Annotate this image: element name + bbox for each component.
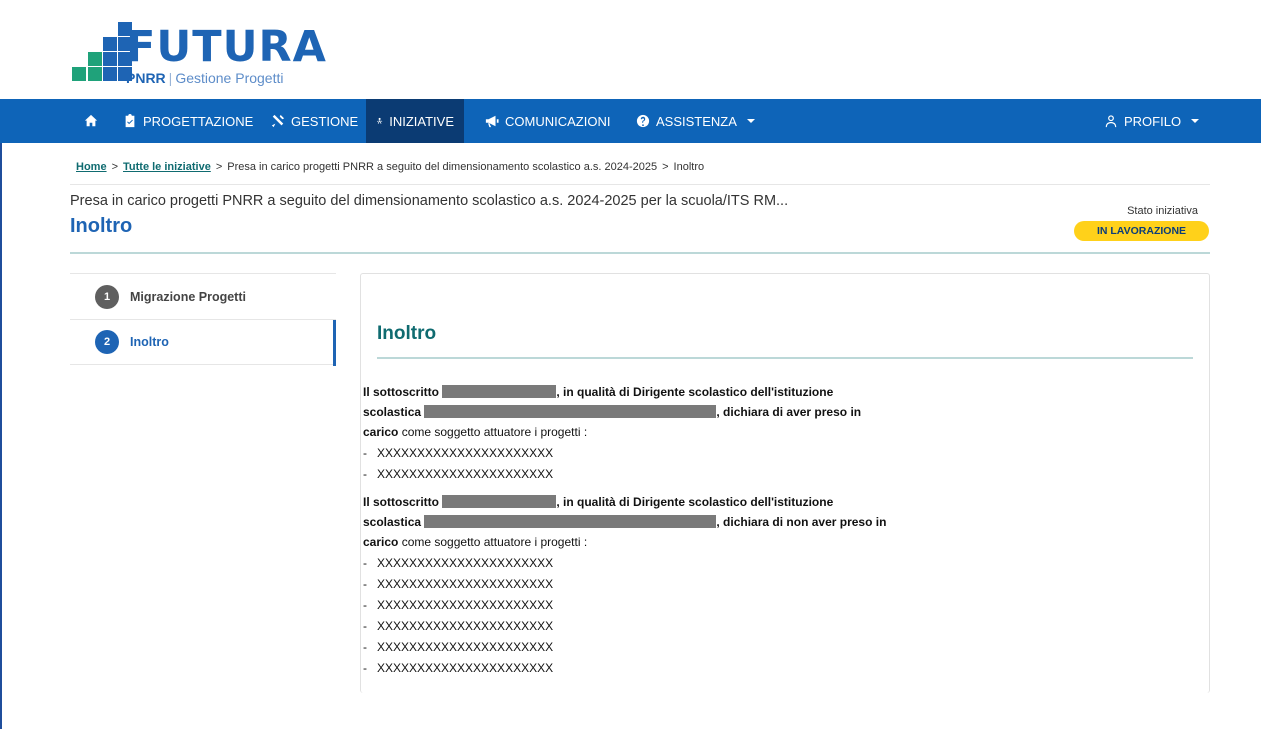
dash: - bbox=[363, 466, 367, 481]
nav-label-iniziative: INIZIATIVE bbox=[389, 113, 454, 129]
decl-prefix: Il sottoscritto bbox=[363, 385, 440, 399]
page-title: Inoltro bbox=[70, 215, 133, 237]
decl-role: , in qualità di Dirigente scolastico del… bbox=[556, 385, 834, 399]
decl-role: , in qualità di Dirigente scolastico del… bbox=[556, 495, 834, 509]
breadcrumb-separator: > bbox=[662, 161, 669, 173]
site-header: FUTURA PNRR | Gestione Progetti bbox=[0, 0, 1261, 99]
dash: - bbox=[363, 660, 367, 675]
megaphone-icon bbox=[485, 115, 499, 128]
step-migrazione-progetti[interactable]: 1 Migrazione Progetti bbox=[70, 273, 336, 319]
list-item: - XXXXXXXXXXXXXXXXXXXXXX bbox=[363, 594, 886, 615]
tools-icon bbox=[271, 114, 285, 128]
step-number: 2 bbox=[95, 330, 119, 354]
question-icon bbox=[636, 114, 650, 128]
nav-gestione[interactable]: GESTIONE bbox=[261, 99, 368, 143]
main-navbar: PROGETTAZIONE GESTIONE INIZIATIVE COMUNI… bbox=[0, 99, 1261, 143]
project-code: XXXXXXXXXXXXXXXXXXXXXX bbox=[377, 445, 554, 460]
list-item: - XXXXXXXXXXXXXXXXXXXXXX bbox=[363, 573, 886, 594]
user-icon bbox=[1105, 115, 1117, 128]
chevron-down-icon bbox=[746, 119, 755, 123]
status-badge: IN LAVORAZIONE bbox=[1074, 221, 1209, 241]
dash: - bbox=[363, 555, 367, 570]
breadcrumb-initiatives-link[interactable]: Tutte le iniziative bbox=[123, 161, 211, 173]
dash: - bbox=[363, 618, 367, 633]
breadcrumb-home-link[interactable]: Home bbox=[76, 161, 107, 173]
breadcrumb: Home > Tutte le iniziative > Presa in carico… bbox=[76, 161, 704, 173]
project-code: XXXXXXXXXXXXXXXXXXXXXX bbox=[377, 639, 554, 654]
decl-prefix: Il sottoscritto bbox=[363, 495, 440, 509]
nav-label-profilo: PROFILO bbox=[1124, 113, 1182, 129]
redacted-school bbox=[424, 405, 717, 418]
dash: - bbox=[363, 639, 367, 654]
dash: - bbox=[363, 445, 367, 460]
people-icon bbox=[376, 117, 383, 124]
decl-carico-rest: come soggetto attuatore i progetti : bbox=[401, 535, 588, 549]
dash: - bbox=[363, 597, 367, 612]
nav-comunicazioni[interactable]: COMUNICAZIONI bbox=[475, 99, 620, 143]
logo-wordmark: FUTURA bbox=[126, 22, 327, 72]
project-code: XXXXXXXXXXXXXXXXXXXXXX bbox=[377, 466, 554, 481]
status-label: Stato iniziativa bbox=[1127, 205, 1198, 217]
breadcrumb-separator: > bbox=[215, 161, 223, 173]
step-label: Inoltro bbox=[130, 335, 169, 349]
list-item: - XXXXXXXXXXXXXXXXXXXXXX bbox=[363, 636, 886, 657]
futura-logo[interactable]: FUTURA PNRR | Gestione Progetti bbox=[72, 22, 326, 90]
logo-sub-text: Gestione Progetti bbox=[175, 70, 284, 86]
nav-iniziative[interactable]: INIZIATIVE bbox=[366, 99, 464, 143]
logo-blocks-icon bbox=[72, 22, 132, 84]
breadcrumb-separator: > bbox=[111, 161, 118, 173]
decl-carico: carico bbox=[363, 425, 399, 439]
decl-school-prefix: scolastica bbox=[363, 515, 422, 529]
inoltro-card: Inoltro Il sottoscritto , in qualità di … bbox=[360, 273, 1210, 693]
card-title: Inoltro bbox=[377, 323, 437, 344]
logo-sub-pnrr: PNRR bbox=[126, 70, 166, 86]
chevron-down-icon bbox=[1191, 119, 1200, 123]
project-code: XXXXXXXXXXXXXXXXXXXXXX bbox=[377, 660, 554, 675]
list-item: - XXXXXXXXXXXXXXXXXXXXXX bbox=[363, 657, 886, 678]
logo-subtitle: PNRR | Gestione Progetti bbox=[126, 70, 284, 86]
nav-label-gestione: GESTIONE bbox=[291, 113, 359, 129]
redacted-school bbox=[424, 515, 717, 528]
list-item: - XXXXXXXXXXXXXXXXXXXXXX bbox=[363, 463, 861, 484]
project-code: XXXXXXXXXXXXXXXXXXXXXX bbox=[377, 576, 554, 591]
initiative-title: Presa in carico progetti PNRR a seguito … bbox=[70, 193, 789, 209]
nav-assistenza[interactable]: ASSISTENZA bbox=[626, 99, 765, 143]
nav-label-progettazione: PROGETTAZIONE bbox=[143, 113, 254, 129]
breadcrumb-initiative: Presa in carico progetti PNRR a seguito … bbox=[227, 161, 658, 173]
nav-label-comunicazioni: COMUNICAZIONI bbox=[505, 113, 611, 129]
step-label: Migrazione Progetti bbox=[130, 289, 246, 304]
list-item: - XXXXXXXXXXXXXXXXXXXXXX bbox=[363, 442, 861, 463]
declaration-taken: Il sottoscritto , in qualità di Dirigent… bbox=[363, 382, 861, 484]
nav-progettazione[interactable]: PROGETTAZIONE bbox=[113, 99, 263, 143]
list-item: - XXXXXXXXXXXXXXXXXXXXXX bbox=[363, 552, 886, 573]
divider bbox=[377, 357, 1193, 359]
decl-statement: , dichiara di aver preso in bbox=[716, 405, 862, 419]
step-inoltro[interactable]: 2 Inoltro bbox=[70, 319, 336, 366]
declaration-not-taken: Il sottoscritto , in qualità di Dirigent… bbox=[363, 492, 886, 678]
divider bbox=[70, 184, 1210, 185]
project-code: XXXXXXXXXXXXXXXXXXXXXX bbox=[377, 597, 554, 612]
dash: - bbox=[363, 576, 367, 591]
project-code: XXXXXXXXXXXXXXXXXXXXXX bbox=[377, 618, 554, 633]
nav-home[interactable] bbox=[74, 99, 108, 143]
decl-carico-rest: come soggetto attuatore i progetti : bbox=[401, 425, 588, 439]
decl-school-prefix: scolastica bbox=[363, 405, 422, 419]
nav-label-assistenza: ASSISTENZA bbox=[656, 113, 737, 129]
step-number: 1 bbox=[95, 284, 119, 309]
redacted-name bbox=[442, 495, 557, 508]
steps-menu: 1 Migrazione Progetti 2 Inoltro bbox=[70, 273, 336, 366]
nav-profilo[interactable]: PROFILO bbox=[1094, 99, 1209, 143]
clipboard-icon bbox=[125, 114, 135, 128]
list-item: - XXXXXXXXXXXXXXXXXXXXXX bbox=[363, 615, 886, 636]
divider bbox=[70, 252, 1210, 254]
decl-carico: carico bbox=[363, 535, 399, 549]
home-icon bbox=[84, 114, 98, 127]
decl-statement: , dichiara di non aver preso in bbox=[716, 515, 887, 529]
project-code: XXXXXXXXXXXXXXXXXXXXXX bbox=[377, 555, 554, 570]
redacted-name bbox=[442, 385, 557, 398]
breadcrumb-current: Inoltro bbox=[673, 161, 705, 173]
